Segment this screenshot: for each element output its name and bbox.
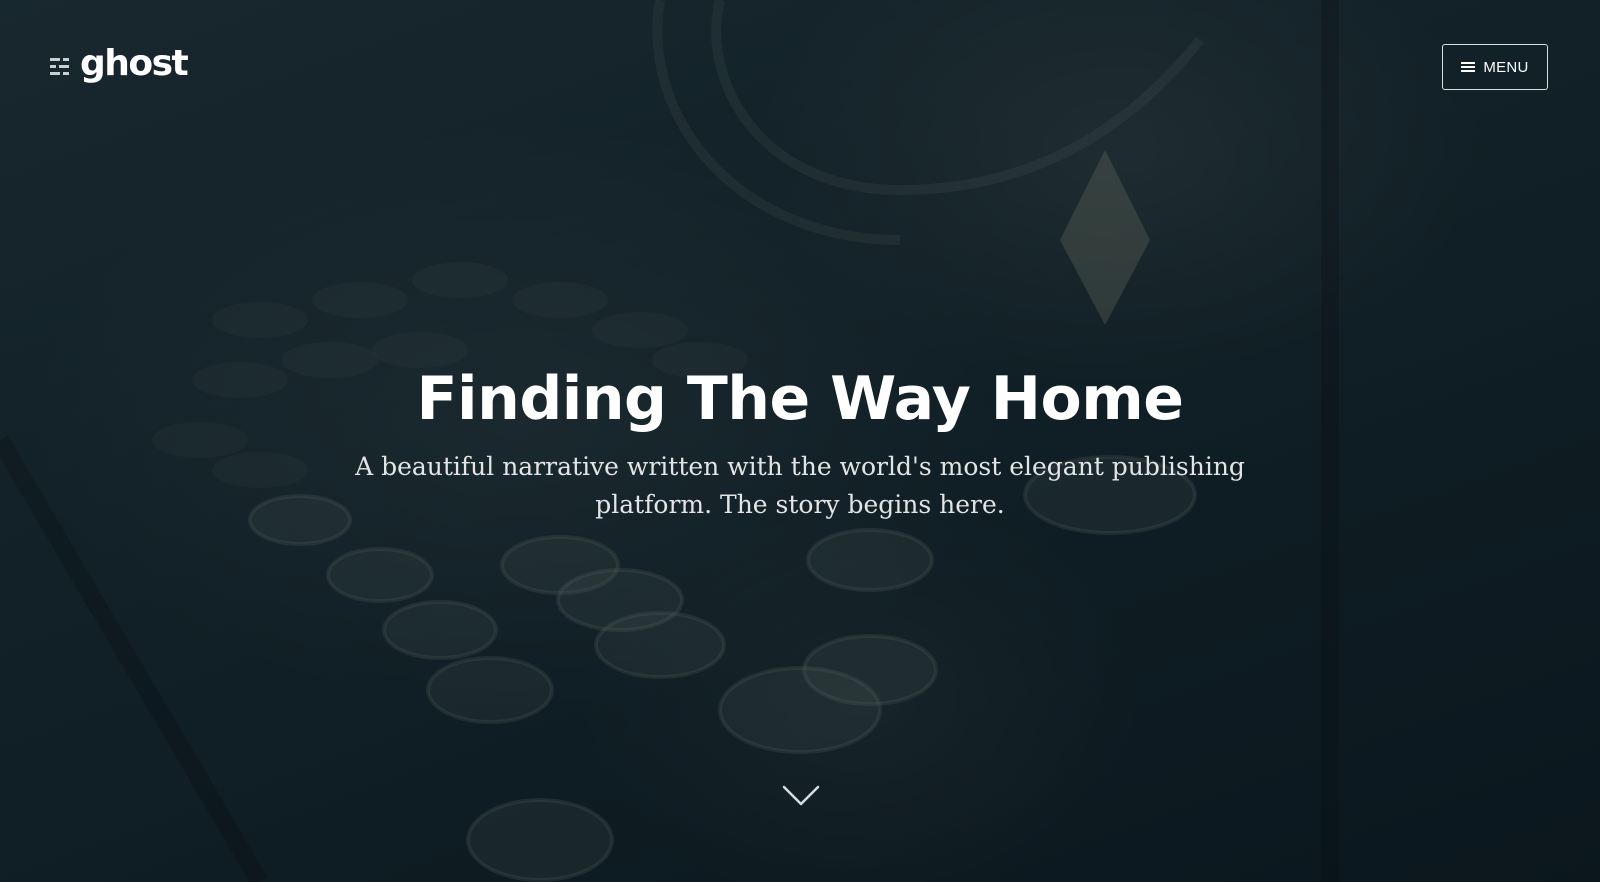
site-logo[interactable]: ghost (50, 42, 189, 86)
menu-button[interactable]: MENU (1442, 44, 1548, 90)
logo-text: ghost (80, 43, 189, 84)
menu-label: MENU (1483, 58, 1529, 76)
hero-section: ghost MENU Finding The Way Home A beauti… (0, 0, 1600, 882)
hamburger-icon (1461, 62, 1476, 72)
hero-description: A beautiful narrative written with the w… (355, 452, 1245, 519)
chevron-down-icon[interactable] (781, 784, 821, 808)
ghost-logo-icon (50, 58, 69, 75)
hero-title: Finding The Way Home (416, 364, 1184, 434)
image-overlay (0, 0, 1600, 882)
